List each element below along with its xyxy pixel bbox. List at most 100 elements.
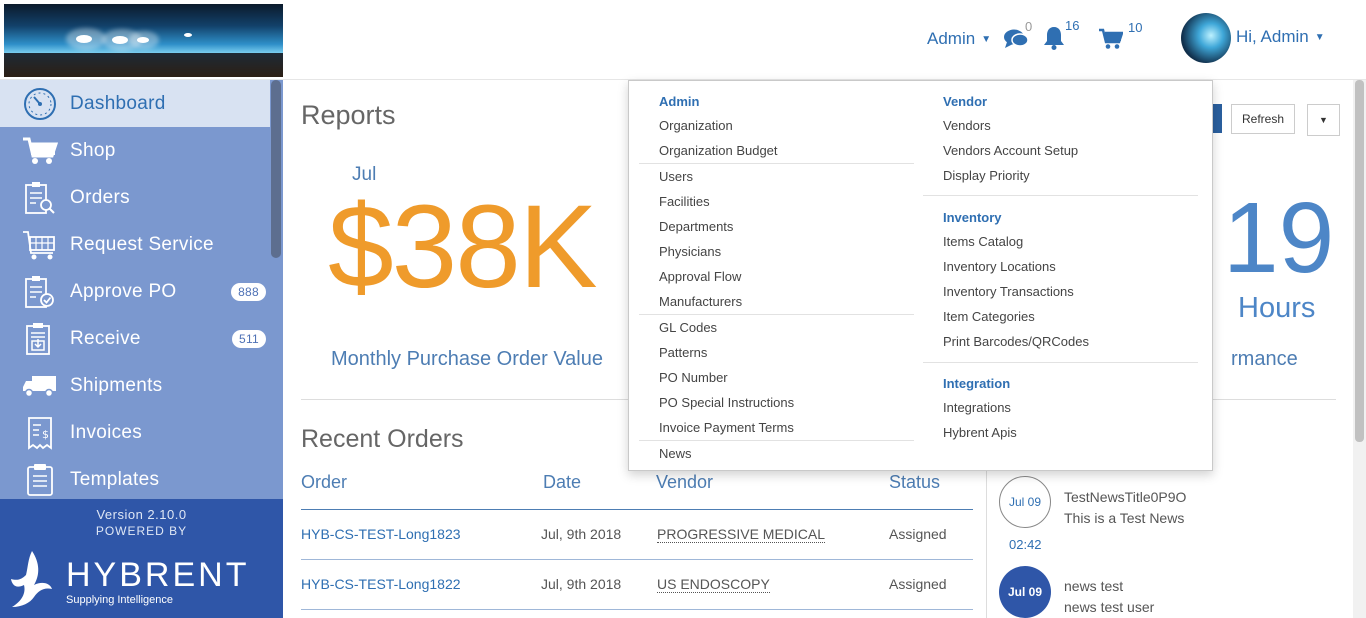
menu-divider: [639, 163, 914, 164]
news-body: This is a Test News: [1064, 510, 1185, 526]
clipboard-list-icon: [22, 462, 58, 498]
messages-button[interactable]: 0: [1003, 19, 1032, 50]
dashboard-gauge-icon: [22, 86, 58, 122]
sidebar-footer: Version 2.10.0 POWERED BY HYBRENT Supply…: [0, 499, 283, 618]
news-title[interactable]: news test: [1064, 578, 1123, 594]
sidebar-item-label: Orders: [70, 186, 130, 208]
column-header-order[interactable]: Order: [301, 472, 347, 493]
receive-count-badge: 511: [231, 329, 266, 348]
menu-item-vendors[interactable]: Vendors: [943, 118, 991, 133]
caret-down-icon: ▼: [1319, 115, 1328, 125]
caret-down-icon: ▼: [981, 33, 992, 45]
sidebar-item-label: Invoices: [70, 421, 143, 443]
menu-divider: [923, 195, 1198, 196]
news-date-badge: Jul 09: [999, 476, 1051, 528]
menu-item-organization-budget[interactable]: Organization Budget: [659, 143, 778, 158]
sidebar-item-dashboard[interactable]: Dashboard: [0, 80, 270, 127]
caret-down-icon: ▼: [1314, 31, 1325, 43]
top-header: Admin ▼ 0 16 10 Hi, Admin ▼: [0, 0, 1366, 80]
hybrent-tagline: Supplying Intelligence: [66, 594, 174, 606]
kpi-hours-value: 19: [1223, 182, 1335, 294]
sidebar-item-shop[interactable]: Shop: [0, 127, 270, 174]
menu-item-display-priority[interactable]: Display Priority: [943, 168, 1030, 183]
menu-item-physicians[interactable]: Physicians: [659, 244, 721, 259]
menu-item-invoice-payment-terms[interactable]: Invoice Payment Terms: [659, 420, 794, 435]
menu-item-facilities[interactable]: Facilities: [659, 194, 710, 209]
kpi-po-label: Monthly Purchase Order Value: [331, 348, 603, 370]
cart-icon: [1099, 28, 1123, 49]
admin-menu-label: Admin: [927, 29, 976, 48]
user-menu-toggle[interactable]: Hi, Admin ▼: [1236, 27, 1325, 47]
menu-item-users[interactable]: Users: [659, 169, 693, 184]
order-status: Assigned: [889, 576, 947, 592]
menu-item-inventory-locations[interactable]: Inventory Locations: [943, 259, 1056, 274]
clipboard-check-icon: [22, 274, 58, 310]
menu-item-print-barcodes[interactable]: Print Barcodes/QRCodes: [943, 334, 1089, 349]
menu-item-hybrent-apis[interactable]: Hybrent Apis: [943, 425, 1017, 440]
menu-item-item-categories[interactable]: Item Categories: [943, 309, 1035, 324]
avatar[interactable]: [1181, 13, 1231, 63]
cart-button[interactable]: 10: [1099, 20, 1142, 50]
app-version: Version 2.10.0: [96, 507, 187, 522]
sidebar-item-label: Shop: [70, 139, 116, 161]
menu-item-po-number[interactable]: PO Number: [659, 370, 728, 385]
sidebar-item-invoices[interactable]: $ Invoices: [0, 409, 270, 456]
order-vendor[interactable]: PROGRESSIVE MEDICAL: [657, 526, 826, 543]
header-logo-banner[interactable]: [4, 4, 283, 77]
menu-item-approval-flow[interactable]: Approval Flow: [659, 269, 741, 284]
more-options-button[interactable]: ▼: [1307, 104, 1340, 136]
column-header-date[interactable]: Date: [543, 472, 581, 493]
hybrent-logo-icon: [11, 551, 52, 607]
notifications-button[interactable]: 16: [1043, 18, 1079, 50]
menu-item-integrations[interactable]: Integrations: [943, 400, 1011, 415]
recent-orders-title: Recent Orders: [301, 425, 464, 453]
order-status: Assigned: [889, 526, 947, 542]
column-header-status[interactable]: Status: [889, 472, 940, 493]
menu-item-vendors-account-setup[interactable]: Vendors Account Setup: [943, 143, 1078, 158]
menu-item-manufacturers[interactable]: Manufacturers: [659, 294, 742, 309]
svg-text:$: $: [42, 428, 49, 441]
menu-item-po-special-instructions[interactable]: PO Special Instructions: [659, 395, 794, 410]
order-id-link[interactable]: HYB-CS-TEST-Long1823: [301, 526, 461, 542]
column-header-vendor[interactable]: Vendor: [656, 472, 713, 493]
sidebar-item-orders[interactable]: Orders: [0, 174, 270, 221]
page-scrollbar-thumb[interactable]: [1355, 80, 1364, 442]
menu-item-gl-codes[interactable]: GL Codes: [659, 320, 717, 335]
sidebar-item-label: Receive: [70, 327, 141, 349]
menu-heading-integration: Integration: [943, 376, 1011, 391]
menu-heading-vendor: Vendor: [943, 94, 988, 109]
menu-divider: [639, 440, 914, 441]
table-row[interactable]: HYB-CS-TEST-Long1823 Jul, 9th 2018 PROGR…: [301, 510, 973, 560]
approve-po-count-badge: 888: [231, 282, 266, 301]
refresh-button[interactable]: Refresh: [1231, 104, 1295, 134]
clipboard-download-icon: [22, 321, 58, 357]
news-title[interactable]: TestNewsTitle0P9O: [1064, 489, 1186, 505]
news-panel: Jul 09 02:42 TestNewsTitle0P9O This is a…: [986, 470, 1336, 618]
news-date-badge: Jul 09: [999, 566, 1051, 618]
sidebar-scrollbar-thumb[interactable]: [271, 80, 281, 258]
menu-item-news[interactable]: News: [659, 446, 692, 461]
sidebar-item-label: Request Service: [70, 233, 214, 255]
table-row[interactable]: HYB-CS-TEST-Long1822 Jul, 9th 2018 US EN…: [301, 560, 973, 610]
menu-item-departments[interactable]: Departments: [659, 219, 733, 234]
user-greeting: Hi, Admin: [1236, 27, 1309, 46]
cart-count: 10: [1128, 20, 1143, 35]
sidebar-item-templates[interactable]: Templates: [0, 456, 270, 503]
sidebar-item-request-service[interactable]: Request Service: [0, 221, 270, 268]
kpi-performance-label: rmance: [1231, 348, 1298, 370]
sidebar-item-approve-po[interactable]: Approve PO 888: [0, 268, 270, 315]
menu-item-inventory-transactions[interactable]: Inventory Transactions: [943, 284, 1074, 299]
menu-item-items-catalog[interactable]: Items Catalog: [943, 234, 1023, 249]
order-vendor[interactable]: US ENDOSCOPY: [657, 576, 770, 593]
clipboard-search-icon: [22, 180, 58, 216]
page-title: Reports: [301, 100, 396, 130]
menu-heading-admin: Admin: [659, 94, 700, 109]
menu-item-patterns[interactable]: Patterns: [659, 345, 707, 360]
admin-menu-toggle[interactable]: Admin ▼: [927, 29, 991, 49]
sidebar-item-shipments[interactable]: Shipments: [0, 362, 270, 409]
menu-item-organization[interactable]: Organization: [659, 118, 733, 133]
kpi-po-value: $38K: [328, 181, 598, 313]
order-id-link[interactable]: HYB-CS-TEST-Long1822: [301, 576, 461, 592]
bell-icon: [1044, 27, 1064, 50]
sidebar-item-receive[interactable]: Receive 511: [0, 315, 270, 362]
